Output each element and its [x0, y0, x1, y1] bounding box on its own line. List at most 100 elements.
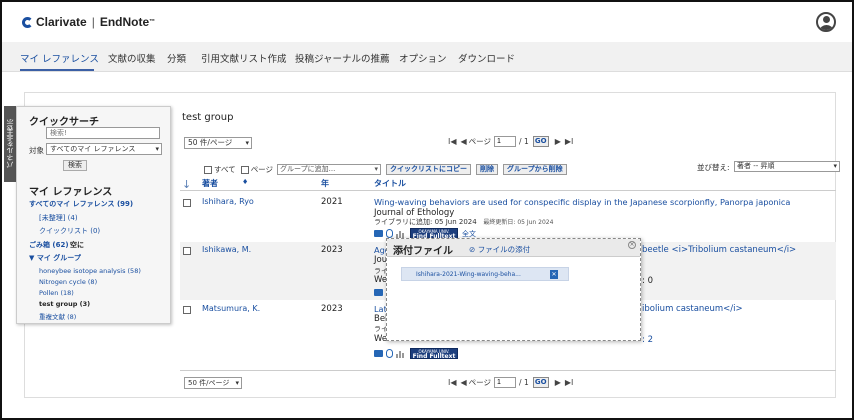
search-button[interactable]: 検索	[63, 160, 87, 171]
next-page-icon[interactable]: ▶	[555, 378, 561, 387]
nav-options[interactable]: オプション	[399, 51, 447, 65]
row-cited-count[interactable]: : 2	[642, 335, 653, 345]
sidebar-all-references[interactable]: すべてのマイ レファレンス (99)	[29, 199, 133, 209]
folder-icon[interactable]	[374, 350, 383, 357]
column-author[interactable]: 著者	[202, 178, 218, 189]
fulltext-link[interactable]: 全文	[462, 229, 476, 239]
find-fulltext-button[interactable]: OKAYAMA UNIV. Find Fulltext	[410, 348, 458, 360]
search-target-label: 対象	[29, 146, 44, 155]
attachment-icon[interactable]	[386, 349, 393, 358]
nav-bibliography[interactable]: 引用文献リスト作成	[201, 51, 287, 65]
first-page-icon[interactable]: I◀	[448, 378, 457, 387]
copy-quick-list-button[interactable]: クイックリストにコピー	[386, 164, 472, 175]
attachment-icon[interactable]	[386, 229, 393, 238]
row-checkbox[interactable]	[183, 199, 191, 207]
remove-from-group-button[interactable]: グループから削除	[503, 164, 567, 175]
attachment-file-name[interactable]: Ishihara-2021-Wing-waving-beha...	[416, 271, 521, 278]
row-year: 2021	[321, 197, 343, 207]
go-button[interactable]: GO	[532, 136, 549, 147]
sidebar-quick-list[interactable]: クイックリスト (0)	[39, 226, 100, 236]
sidebar-group-item-active[interactable]: test group (3)	[39, 300, 90, 308]
app-frame: Clarivate | EndNote ™ マイ レファレンス 文献の収集 分類…	[0, 0, 854, 420]
sort-select[interactable]: 著者 -- 昇順 ▾	[734, 161, 840, 172]
sidebar: クイックサーチ 対象 すべてのマイ レファレンス ▾ 検索 マイ レファレンス …	[16, 106, 171, 324]
row-actions: OKAYAMA UNIV. Find Fulltext	[374, 348, 458, 360]
sidebar-unfiled[interactable]: [未整理] (4)	[39, 213, 78, 223]
row-checkbox[interactable]	[183, 247, 191, 255]
per-page-value-bottom: 50 件/ページ	[188, 379, 230, 387]
chevron-down-icon: ▾	[374, 165, 379, 173]
attach-file-link[interactable]: ⊘ ファイルの添付	[469, 244, 530, 255]
bar-chart-icon[interactable]	[396, 349, 405, 358]
row-author[interactable]: Ishikawa, M.	[202, 245, 251, 254]
next-page-icon[interactable]: ▶	[555, 137, 561, 146]
row-added-date: ライブラリに追加: 05 Jun 2024	[374, 218, 477, 226]
hide-panel-tab[interactable]: パネルを非表示	[4, 106, 16, 182]
row-author[interactable]: Matsumura, K.	[202, 304, 260, 313]
bar-chart-icon[interactable]	[396, 229, 405, 238]
folder-icon[interactable]	[374, 289, 383, 296]
sort-direction-icon: ♦	[242, 178, 249, 186]
row-title-end[interactable]: beetle <i>Tribolium castaneum</i>	[642, 245, 796, 255]
sidebar-group-item[interactable]: honeybee isotope analysis (58)	[39, 267, 141, 275]
folder-icon[interactable]	[374, 230, 383, 237]
row-title-end[interactable]: ibolium castaneum</i>	[642, 304, 743, 314]
list-toolbar: すべて ページ グループに追加... ▾ クイックリストにコピー 削除 グループ…	[204, 164, 567, 175]
select-page-label: ページ	[250, 165, 274, 174]
top-bar: Clarivate | EndNote ™	[2, 2, 852, 42]
column-title[interactable]: タイトル	[374, 178, 406, 189]
add-to-group-select[interactable]: グループに追加... ▾	[277, 164, 382, 175]
nav-download[interactable]: ダウンロード	[458, 51, 515, 65]
popup-title: 添付ファイル	[393, 246, 453, 257]
quick-search-title: クイックサーチ	[29, 117, 99, 128]
select-page-checkbox[interactable]	[240, 165, 249, 174]
per-page-select-bottom[interactable]: 50 件/ページ ▾	[184, 377, 242, 389]
last-page-icon[interactable]: ▶I	[565, 378, 574, 387]
first-page-icon[interactable]: I◀	[448, 137, 457, 146]
clarivate-logo-icon	[22, 16, 33, 28]
delete-button[interactable]: 削除	[476, 164, 499, 175]
nav-active-indicator	[20, 69, 94, 71]
sidebar-my-groups[interactable]: ▼ マイ グループ	[29, 253, 81, 263]
row-author[interactable]: Ishihara, Ryo	[202, 197, 254, 206]
logo[interactable]: Clarivate | EndNote ™	[22, 15, 155, 29]
per-page-select[interactable]: 50 件/ページ ▾	[184, 137, 252, 149]
pager-total: / 1	[519, 378, 529, 387]
page-number-input[interactable]	[494, 377, 517, 388]
chevron-down-icon: ▾	[235, 379, 239, 387]
page-number-input[interactable]	[494, 136, 517, 147]
group-title: test group	[182, 112, 234, 123]
popup-header: 添付ファイル ⊘ ファイルの添付 ×	[387, 239, 640, 257]
column-year[interactable]: 年	[321, 178, 329, 189]
quick-search-input[interactable]	[46, 127, 160, 139]
attachment-file-row[interactable]: Ishihara-2021-Wing-waving-beha... ✕	[401, 267, 569, 281]
chevron-down-icon: ▾	[155, 145, 159, 153]
sidebar-group-item[interactable]: Pollen (18)	[39, 289, 74, 297]
row-year: 2023	[321, 245, 343, 255]
sidebar-group-item[interactable]: Nitrogen cycle (8)	[39, 278, 97, 286]
delete-file-icon[interactable]: ✕	[550, 270, 558, 279]
search-target-select[interactable]: すべてのマイ レファレンス ▾	[46, 143, 162, 155]
logo-separator: |	[91, 15, 95, 29]
nav-journal-match[interactable]: 投稿ジャーナルの推薦	[295, 51, 390, 65]
row-title-start[interactable]: Lat	[374, 304, 387, 314]
select-all-checkbox[interactable]	[204, 165, 212, 174]
last-page-icon[interactable]: ▶I	[565, 137, 574, 146]
row-checkbox[interactable]	[183, 306, 191, 314]
nav-collect[interactable]: 文献の収集	[108, 51, 156, 65]
search-target-value: すべてのマイ レファレンス	[50, 145, 136, 153]
sort-label: 並び替え:	[697, 163, 730, 172]
sort-value: 著者 -- 昇順	[737, 162, 775, 170]
nav-my-references[interactable]: マイ レファレンス	[20, 51, 99, 65]
nav-organize[interactable]: 分類	[167, 51, 186, 65]
user-account-icon[interactable]	[816, 12, 836, 32]
ff-label: Find Fulltext	[412, 353, 456, 360]
close-icon[interactable]: ×	[628, 241, 636, 249]
sidebar-group-item[interactable]: 重複文献 (8)	[39, 311, 76, 321]
prev-page-icon[interactable]: ◀	[461, 378, 467, 387]
row-title[interactable]: Wing-waving behaviors are used for consp…	[374, 197, 790, 207]
go-button[interactable]: GO	[532, 377, 549, 388]
sidebar-trash[interactable]: ごみ箱 (62)	[29, 240, 69, 250]
prev-page-icon[interactable]: ◀	[461, 137, 467, 146]
empty-trash-link[interactable]: 空に	[70, 240, 84, 250]
